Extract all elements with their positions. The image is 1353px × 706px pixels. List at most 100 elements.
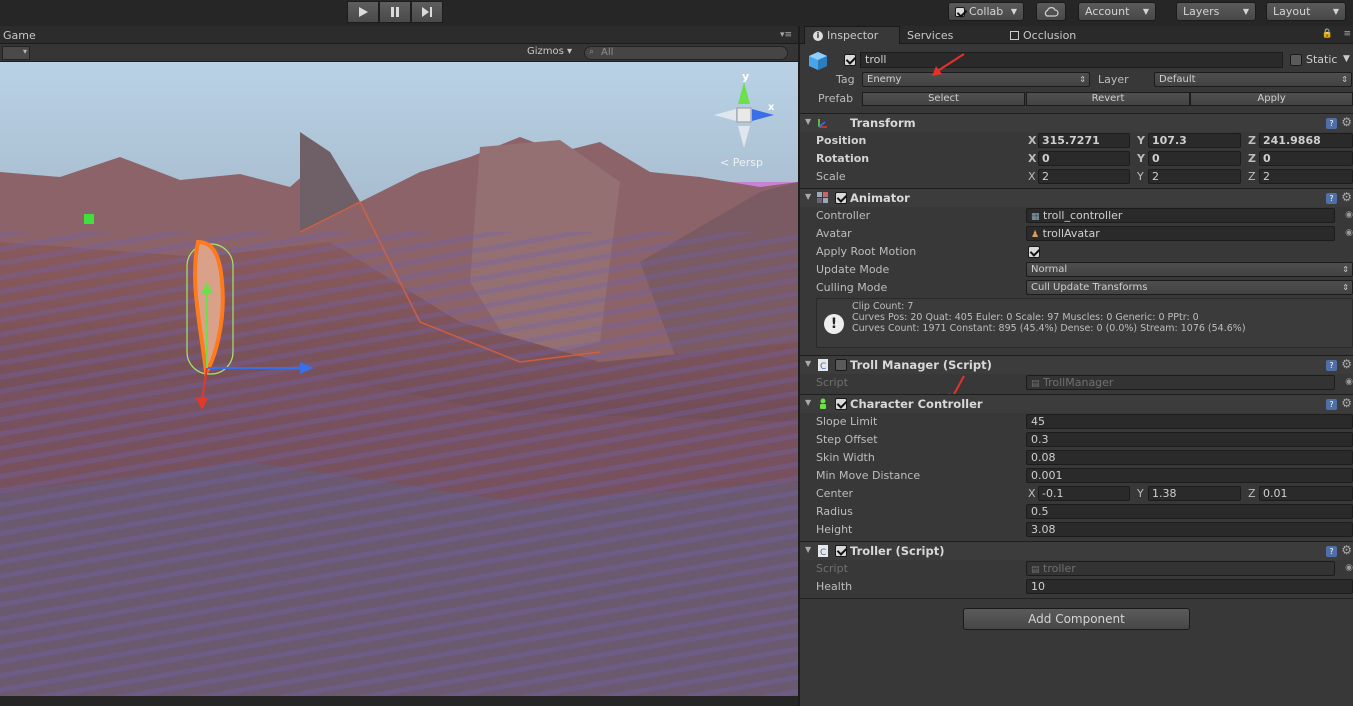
animator-enabled-checkbox[interactable] bbox=[835, 192, 847, 204]
collab-check-icon bbox=[955, 6, 965, 17]
health-label: Health bbox=[816, 580, 853, 593]
static-label: Static bbox=[1306, 53, 1338, 66]
foldout-arrow-icon[interactable]: ▼ bbox=[805, 545, 811, 554]
troll-manager-enabled-checkbox[interactable] bbox=[835, 359, 847, 371]
scale-x-field[interactable]: 2 bbox=[1038, 169, 1130, 184]
gear-icon[interactable]: ⚙ bbox=[1341, 357, 1352, 371]
gizmo-axis-x-label: x bbox=[768, 102, 775, 113]
gizmos-dropdown[interactable]: Gizmos ▾ bbox=[527, 46, 572, 57]
persp-label[interactable]: < Persp bbox=[720, 156, 763, 169]
character-controller-enabled-checkbox[interactable] bbox=[835, 398, 847, 410]
layers-dropdown[interactable]: Layers ▼ bbox=[1176, 2, 1256, 21]
scale-z-field[interactable]: 2 bbox=[1259, 169, 1353, 184]
gear-icon[interactable]: ⚙ bbox=[1341, 396, 1352, 410]
prefab-revert-button[interactable]: Revert bbox=[1026, 92, 1190, 106]
tab-inspector[interactable]: i Inspector bbox=[804, 26, 900, 44]
rotation-z-field[interactable]: 0 bbox=[1259, 151, 1353, 166]
lock-icon[interactable]: 🔒 bbox=[1322, 29, 1333, 39]
collab-dropdown[interactable]: Collab ▼ bbox=[948, 2, 1024, 21]
animator-header[interactable]: ▼ Animator ? ⚙ bbox=[800, 188, 1353, 207]
foldout-arrow-icon[interactable]: ▼ bbox=[805, 117, 811, 126]
help-icon[interactable]: ? bbox=[1326, 546, 1337, 557]
position-y-field[interactable]: 107.3 bbox=[1148, 133, 1241, 148]
foldout-arrow-icon[interactable]: ▼ bbox=[805, 398, 811, 407]
static-checkbox[interactable] bbox=[1290, 54, 1302, 66]
skin-width-field[interactable]: 0.08 bbox=[1026, 450, 1353, 465]
cloud-button[interactable] bbox=[1036, 2, 1066, 21]
avatar-value: trollAvatar bbox=[1042, 227, 1100, 240]
shading-mode-dropdown[interactable]: ▾ bbox=[2, 46, 30, 60]
foldout-arrow-icon[interactable]: ▼ bbox=[805, 359, 811, 368]
animator-icon bbox=[817, 192, 828, 203]
gear-icon[interactable]: ⚙ bbox=[1341, 115, 1352, 129]
layer-dropdown[interactable]: Default ⇕ bbox=[1154, 72, 1352, 87]
slope-limit-field[interactable]: 45 bbox=[1026, 414, 1353, 429]
center-row: Center X -0.1 Y 1.38 Z 0.01 bbox=[800, 485, 1353, 503]
tab-occlusion[interactable]: Occlusion bbox=[1002, 26, 1084, 44]
troller-header[interactable]: ▼ C Troller (Script) ? ⚙ bbox=[800, 541, 1353, 560]
prefab-select-button[interactable]: Select bbox=[862, 92, 1025, 106]
search-input[interactable]: ⌕ All bbox=[584, 46, 788, 60]
apply-root-motion-checkbox[interactable] bbox=[1028, 246, 1040, 258]
apply-root-motion-row: Apply Root Motion bbox=[800, 243, 1353, 261]
scale-y-field[interactable]: 2 bbox=[1148, 169, 1241, 184]
culling-mode-dropdown[interactable]: Cull Update Transforms ⇕ bbox=[1026, 280, 1353, 295]
pause-button[interactable] bbox=[379, 1, 411, 23]
step-button[interactable] bbox=[411, 1, 443, 23]
panel-menu-icon[interactable]: ▾≡ bbox=[780, 30, 792, 40]
axis-z-label: Z bbox=[1248, 487, 1256, 500]
tab-game[interactable]: Game bbox=[3, 29, 36, 42]
slope-limit-row: Slope Limit 45 bbox=[800, 413, 1353, 431]
rotation-y-field[interactable]: 0 bbox=[1148, 151, 1241, 166]
scene-orientation-gizmo[interactable]: y x bbox=[712, 70, 776, 162]
tab-services[interactable]: Services bbox=[899, 26, 961, 44]
center-y-field[interactable]: 1.38 bbox=[1148, 486, 1241, 501]
height-field[interactable]: 3.08 bbox=[1026, 522, 1353, 537]
center-z-field[interactable]: 0.01 bbox=[1259, 486, 1353, 501]
object-active-checkbox[interactable] bbox=[844, 54, 856, 66]
scene-viewport[interactable]: y x < Persp bbox=[0, 62, 798, 696]
character-controller-icon bbox=[820, 398, 826, 409]
controller-field[interactable]: ▦ troll_controller bbox=[1026, 208, 1335, 223]
step-offset-field[interactable]: 0.3 bbox=[1026, 432, 1353, 447]
panel-menu-icon[interactable]: ≡ bbox=[1343, 29, 1351, 39]
static-dropdown-icon[interactable]: ▼ bbox=[1343, 54, 1350, 64]
add-component-button[interactable]: Add Component bbox=[963, 608, 1190, 630]
radius-row: Radius 0.5 bbox=[800, 503, 1353, 521]
script-label: Script bbox=[816, 376, 848, 389]
rotation-x-field[interactable]: 0 bbox=[1038, 151, 1130, 166]
gear-icon[interactable]: ⚙ bbox=[1341, 543, 1352, 557]
help-icon[interactable]: ? bbox=[1326, 118, 1337, 129]
troll-manager-script-row: Script ▤ TrollManager ◉ bbox=[800, 374, 1353, 392]
object-picker-icon[interactable]: ◉ bbox=[1345, 210, 1353, 220]
object-picker-icon[interactable]: ◉ bbox=[1345, 228, 1353, 238]
help-icon[interactable]: ? bbox=[1326, 399, 1337, 410]
health-field[interactable]: 10 bbox=[1026, 579, 1353, 594]
help-icon[interactable]: ? bbox=[1326, 360, 1337, 371]
update-mode-dropdown[interactable]: Normal ⇕ bbox=[1026, 262, 1353, 277]
character-controller-header[interactable]: ▼ Character Controller ? ⚙ bbox=[800, 394, 1353, 413]
avatar-field[interactable]: ♟ trollAvatar bbox=[1026, 226, 1335, 241]
position-x-field[interactable]: 315.7271 bbox=[1038, 133, 1130, 148]
object-name-field[interactable]: troll bbox=[860, 52, 1283, 68]
min-move-distance-field[interactable]: 0.001 bbox=[1026, 468, 1353, 483]
min-move-distance-row: Min Move Distance 0.001 bbox=[800, 467, 1353, 485]
center-x-field[interactable]: -0.1 bbox=[1038, 486, 1130, 501]
dropdown-arrows-icon: ⇕ bbox=[1342, 283, 1349, 292]
height-row: Height 3.08 bbox=[800, 521, 1353, 539]
tag-label: Tag bbox=[836, 73, 855, 86]
foldout-arrow-icon[interactable]: ▼ bbox=[805, 192, 811, 201]
help-icon[interactable]: ? bbox=[1326, 193, 1337, 204]
transform-header[interactable]: ▼ Transform ? ⚙ bbox=[800, 113, 1353, 132]
layout-dropdown[interactable]: Layout ▼ bbox=[1266, 2, 1346, 21]
troller-enabled-checkbox[interactable] bbox=[835, 545, 847, 557]
persp-text: Persp bbox=[732, 156, 763, 169]
troll-manager-header[interactable]: ▼ C Troll Manager (Script) ? ⚙ bbox=[800, 355, 1353, 374]
gear-icon[interactable]: ⚙ bbox=[1341, 190, 1352, 204]
account-dropdown[interactable]: Account ▼ bbox=[1078, 2, 1156, 21]
radius-field[interactable]: 0.5 bbox=[1026, 504, 1353, 519]
culling-mode-row: Culling Mode Cull Update Transforms ⇕ bbox=[800, 279, 1353, 297]
prefab-apply-button[interactable]: Apply bbox=[1190, 92, 1353, 106]
position-z-field[interactable]: 241.9868 bbox=[1259, 133, 1353, 148]
play-button[interactable] bbox=[347, 1, 379, 23]
